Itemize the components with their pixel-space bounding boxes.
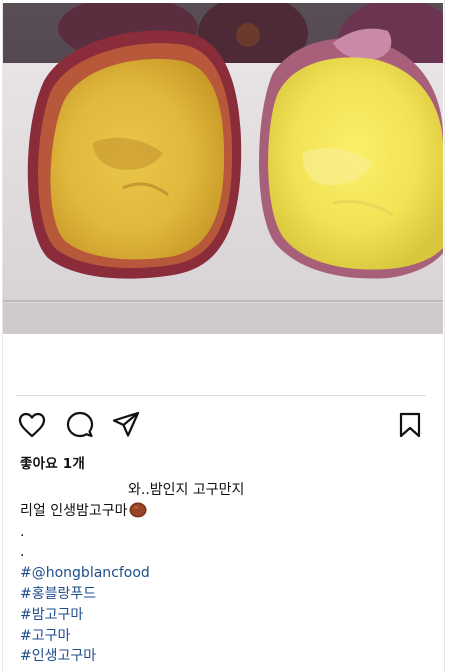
- post-caption: 와..밤인지 고구만지 리얼 인생밤고구마 . . #@hongblancfoo…: [20, 480, 430, 667]
- hashtag-link[interactable]: #고구마: [20, 626, 430, 647]
- share-button[interactable]: [110, 409, 142, 441]
- hashtag-link[interactable]: #@hongblancfood: [20, 563, 430, 584]
- hashtag-link[interactable]: #홍블랑푸드: [20, 584, 430, 605]
- hashtag-text[interactable]: #@hongblancfood: [20, 565, 150, 581]
- hashtag-link[interactable]: #인생고구마: [20, 646, 430, 667]
- caption-text: 리얼 인생밤고구마: [20, 502, 128, 519]
- like-button[interactable]: [16, 409, 48, 441]
- bookmark-icon: [399, 412, 421, 438]
- likes-count[interactable]: 좋아요 1개: [20, 452, 85, 472]
- hashtag-text[interactable]: #고구마: [20, 628, 70, 644]
- send-icon: [112, 411, 140, 437]
- heart-icon: [18, 412, 46, 438]
- comment-button[interactable]: [64, 409, 96, 441]
- hashtag-text[interactable]: #인생고구마: [20, 648, 96, 664]
- caption-dot: .: [20, 544, 25, 561]
- sweet-potato-emoji-icon: [129, 502, 146, 518]
- post-image[interactable]: [3, 3, 443, 334]
- hashtag-link[interactable]: #밤고구마: [20, 605, 430, 626]
- caption-dot: .: [20, 523, 25, 540]
- hashtag-text[interactable]: #홍블랑푸드: [20, 586, 96, 602]
- caption-line: 리얼 인생밤고구마: [20, 501, 430, 522]
- hashtag-text[interactable]: #밤고구마: [20, 607, 83, 623]
- action-bar: [16, 409, 426, 441]
- save-button[interactable]: [394, 409, 426, 441]
- divider: [16, 395, 426, 396]
- sweet-potato-photo: [3, 3, 443, 334]
- comment-icon: [66, 411, 94, 438]
- caption-line: 와..밤인지 고구만지: [128, 482, 245, 498]
